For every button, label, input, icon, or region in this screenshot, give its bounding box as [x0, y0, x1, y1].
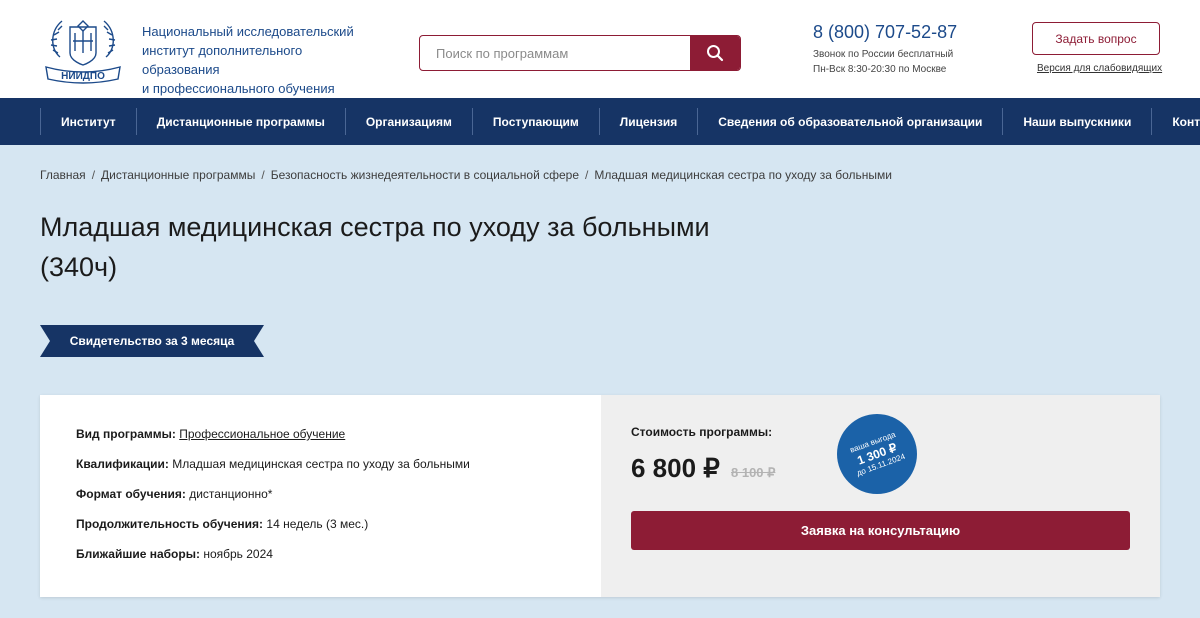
search-icon [707, 45, 724, 62]
institute-name-line: институт дополнительного образования [142, 43, 303, 77]
svg-text:НИИДПО: НИИДПО [61, 71, 105, 82]
low-vision-link[interactable]: Версия для слабовидящих [1037, 63, 1162, 74]
savings-badge: ваша выгода 1 300 ₽ до 15.11.2024 [837, 414, 917, 494]
detail-row-qualification: Квалификации: Младшая медицинская сестра… [76, 456, 470, 486]
nav-item-distance-programs[interactable]: Дистанционные программы [135, 108, 345, 135]
detail-label: Продолжительность обучения: [76, 517, 264, 531]
current-price: 6 800 ₽ [631, 453, 720, 483]
breadcrumb-distance-programs[interactable]: Дистанционные программы [101, 168, 255, 182]
site-header: НИИДПО Национальный исследовательский ин… [0, 0, 1200, 98]
breadcrumb-home[interactable]: Главная [40, 168, 86, 182]
detail-row-enrollment: Ближайшие наборы: ноябрь 2024 [76, 546, 470, 576]
search-input[interactable] [420, 36, 690, 70]
page-title-hours: (340ч) [40, 252, 118, 282]
institute-name[interactable]: Национальный исследовательский институт … [142, 22, 372, 98]
program-card: Вид программы: Профессиональное обучение… [40, 395, 1160, 597]
breadcrumb-separator: / [91, 168, 96, 182]
nav-item-graduates[interactable]: Наши выпускники [1002, 108, 1151, 135]
breadcrumb-separator: / [261, 168, 265, 182]
nav-item-applicants[interactable]: Поступающим [471, 108, 599, 135]
breadcrumb: Главная / Дистанционные программы / Безопасн… [40, 168, 892, 182]
cost-label: Стоимость программы: [631, 425, 773, 439]
phone-number[interactable]: 8 (800) 707-52-87 [813, 22, 957, 43]
nav-item-license[interactable]: Лицензия [598, 108, 697, 135]
phone-note-free: Звонок по России бесплатный [813, 49, 954, 60]
breadcrumb-current: Младшая медицинская сестра по уходу за б… [594, 168, 892, 182]
detail-value: 14 недель (3 мес.) [266, 517, 369, 531]
certificate-ribbon: Свидетельство за 3 месяца [40, 325, 264, 357]
page-title: Младшая медицинская сестра по уходу за б… [40, 207, 800, 287]
ask-question-button[interactable]: Задать вопрос [1032, 22, 1160, 55]
detail-label: Ближайшие наборы: [76, 547, 200, 561]
search-bar [419, 35, 741, 71]
pricing-panel: Стоимость программы: 6 800 ₽ 8 100 ₽ ваш… [601, 395, 1160, 597]
nav-item-institute[interactable]: Институт [40, 108, 136, 135]
detail-value: дистанционно* [189, 487, 273, 501]
nav-item-organizations[interactable]: Организациям [344, 108, 472, 135]
breadcrumb-category[interactable]: Безопасность жизнедеятельности в социаль… [271, 168, 579, 182]
nav-item-contacts[interactable]: Контакты [1151, 108, 1200, 135]
detail-value: ноябрь 2024 [203, 547, 273, 561]
institute-name-line: и профессионального обучения [142, 81, 335, 96]
logo-emblem-icon: НИИДПО [45, 20, 121, 84]
nav-item-org-info[interactable]: Сведения об образовательной организации [697, 108, 1002, 135]
detail-label: Вид программы: [76, 427, 176, 441]
institute-name-line: Национальный исследовательский [142, 24, 354, 39]
detail-label: Квалификации: [76, 457, 169, 471]
institute-logo[interactable]: НИИДПО [40, 13, 126, 85]
detail-row-program-type: Вид программы: Профессиональное обучение [76, 426, 470, 456]
detail-value: Младшая медицинская сестра по уходу за б… [172, 457, 470, 471]
breadcrumb-separator: / [585, 168, 589, 182]
detail-row-format: Формат обучения: дистанционно* [76, 486, 470, 516]
certificate-ribbon-label: Свидетельство за 3 месяца [69, 334, 235, 348]
program-type-link[interactable]: Профессиональное обучение [179, 427, 345, 441]
old-price: 8 100 ₽ [731, 465, 776, 480]
detail-row-duration: Продолжительность обучения: 14 недель (3… [76, 516, 470, 546]
program-details: Вид программы: Профессиональное обучение… [76, 426, 470, 576]
phone-note-hours: Пн-Вск 8:30-20:30 по Москве [813, 64, 947, 75]
main-nav: Институт Дистанционные программы Организ… [0, 98, 1200, 145]
page-title-line: Младшая медицинская сестра по уходу за б… [40, 212, 710, 242]
detail-label: Формат обучения: [76, 487, 186, 501]
search-button[interactable] [690, 36, 740, 70]
phone-note: Звонок по России бесплатный Пн-Вск 8:30-… [813, 47, 953, 77]
consultation-request-button[interactable]: Заявка на консультацию [631, 511, 1130, 550]
